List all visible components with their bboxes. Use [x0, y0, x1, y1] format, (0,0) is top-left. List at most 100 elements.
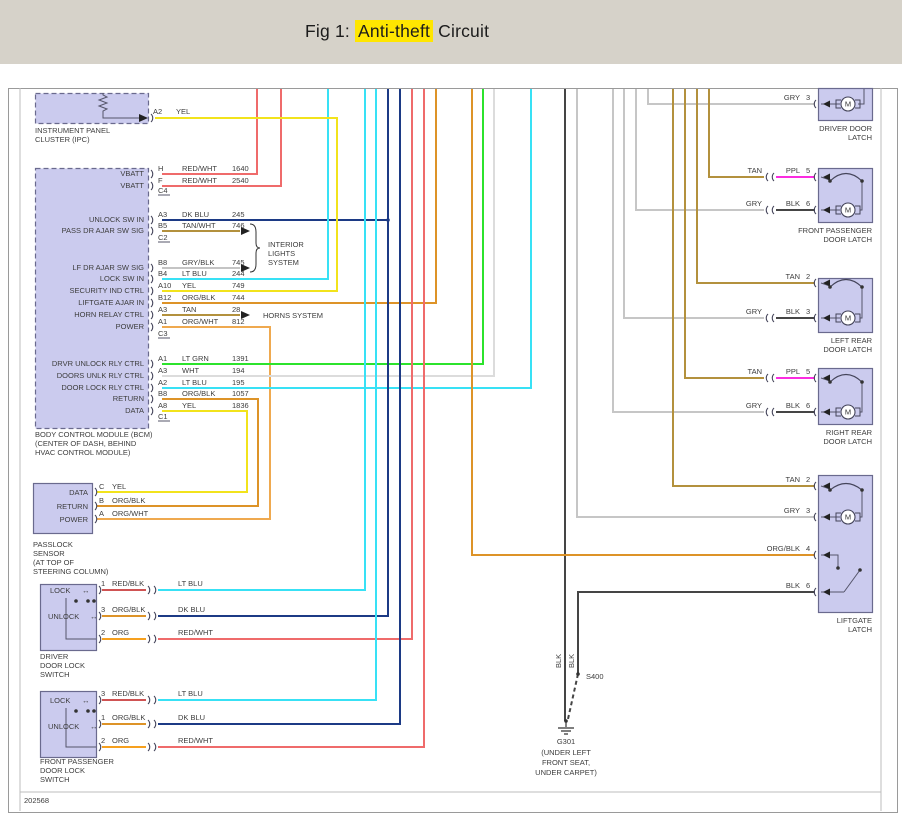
diagram-label: STEERING COLUMN) — [33, 567, 109, 576]
diagram-label: C2 — [158, 233, 168, 242]
diagram-label: 744 — [232, 293, 245, 302]
junction-dot — [86, 709, 90, 713]
junction-dot — [836, 566, 840, 570]
diagram-label: PPL — [786, 166, 800, 175]
diagram-label: 1 — [101, 713, 105, 722]
diagram-label: POWER — [60, 515, 89, 524]
diagram-label: 194 — [232, 366, 245, 375]
diagram-label: DATA — [69, 488, 88, 497]
diagram-label: GRY — [784, 93, 800, 102]
diagram-label: ORG/BLK — [182, 293, 215, 302]
diagram-label: A2 — [158, 378, 167, 387]
junction-dot — [858, 568, 862, 572]
diagram-label: A1 — [158, 317, 167, 326]
diagram-label: 1836 — [232, 401, 249, 410]
diagram-label: 4 — [806, 544, 810, 553]
diagram-label: RETURN — [57, 502, 88, 511]
diagram-label: ORG/WHT — [182, 317, 219, 326]
diagram-label: UNDER CARPET) — [535, 768, 597, 777]
diagram-label: 746 — [232, 221, 245, 230]
diagram-label: BLK — [554, 654, 563, 668]
diagram-label: LIFTGATE AJAR IN — [78, 298, 144, 307]
diagram-label: RED/WHT — [178, 736, 213, 745]
diagram-label: H — [158, 164, 163, 173]
motor-label: M — [845, 314, 851, 323]
diagram-label: 1640 — [232, 164, 249, 173]
diagram-label: YEL — [176, 107, 190, 116]
diagram-label: 1 — [101, 579, 105, 588]
diagram-label: LIGHTS — [268, 249, 295, 258]
diagram-label: WHT — [182, 366, 199, 375]
wiring-diagram: M M M M M 202568 INSTRUMENT PANELCLUSTER (IPC)… — [8, 87, 898, 813]
diagram-label: UNLOCK — [48, 612, 79, 621]
diagram-label: TAN — [748, 166, 762, 175]
diagram-label: DK BLU — [182, 210, 209, 219]
diagram-label: PASS DR AJAR SW SIG — [62, 226, 145, 235]
diagram-label: DRVR UNLOCK RLY CTRL — [52, 359, 144, 368]
diagram-label: LEFT REAR — [831, 336, 873, 345]
diagram-label: 745 — [232, 258, 245, 267]
diagram-label: DOOR LATCH — [823, 437, 872, 446]
diagram-label: B8 — [158, 389, 167, 398]
diagram-label: 2540 — [232, 176, 249, 185]
diagram-label: BLK — [786, 307, 800, 316]
diagram-label: GRY/BLK — [182, 258, 214, 267]
junction-dot — [86, 599, 90, 603]
diagram-label: FRONT PASSENGER — [40, 757, 114, 766]
diagram-label: PASSLOCK — [33, 540, 73, 549]
diagram-label: C — [99, 482, 105, 491]
diagram-label: HORN RELAY CTRL — [74, 310, 144, 319]
diagram-label: GRY — [746, 307, 762, 316]
diagram-label: (UNDER LEFT — [541, 748, 591, 757]
diagram-label: DOOR LOCK RLY CTRL — [61, 383, 144, 392]
diagram-label: RIGHT REAR — [826, 428, 873, 437]
diagram-label: A8 — [158, 401, 167, 410]
diagram-label: 1391 — [232, 354, 249, 363]
diagram-label: 6 — [806, 199, 810, 208]
diagram-label: TAN — [786, 272, 800, 281]
diagram-label: INSTRUMENT PANEL — [35, 126, 110, 135]
diagram-label: RETURN — [113, 394, 144, 403]
diagram-label: TAN — [786, 475, 800, 484]
diagram-label: B12 — [158, 293, 171, 302]
diagram-label: ORG/BLK — [112, 496, 145, 505]
junction-dot — [92, 599, 96, 603]
diagram-label: BLK — [786, 581, 800, 590]
diagram-label: LF DR AJAR SW SIG — [72, 263, 144, 272]
diagram-label: ORG/BLK — [182, 389, 215, 398]
diagram-label: ORG — [112, 736, 129, 745]
diagram-label: FRONT PASSENGER — [798, 226, 872, 235]
diagram-label: 2 — [101, 736, 105, 745]
junction-dot — [92, 709, 96, 713]
diagram-label: RED/WHT — [178, 628, 213, 637]
junction-dot — [860, 179, 864, 183]
diagram-label: C4 — [158, 186, 168, 195]
diagram-label: A10 — [158, 281, 171, 290]
diagram-label: BLK — [786, 401, 800, 410]
diagram-label: 2 — [806, 272, 810, 281]
diagram-label: 195 — [232, 378, 245, 387]
diagram-label: A3 — [158, 366, 167, 375]
diagram-label: DOOR LOCK — [40, 661, 85, 670]
motor-label: M — [845, 206, 851, 215]
diagram-label: HVAC CONTROL MODULE) — [35, 448, 131, 457]
junction-dot — [74, 709, 78, 713]
diagram-label: DOOR LATCH — [823, 235, 872, 244]
junction-dot — [576, 672, 580, 676]
diagram-label: B4 — [158, 269, 167, 278]
diagram-label: LOCK SW IN — [100, 274, 144, 283]
diagram-label: 3 — [806, 307, 810, 316]
diagram-label: LT BLU — [178, 579, 203, 588]
diagram-label: A3 — [158, 210, 167, 219]
diagram-label: DK BLU — [178, 713, 205, 722]
diagram-label: YEL — [182, 281, 196, 290]
diagram-label: RED/BLK — [112, 689, 144, 698]
diagram-label: SWITCH — [40, 670, 70, 679]
diagram-label: 3 — [806, 506, 810, 515]
diagram-label: LT BLU — [182, 269, 207, 278]
diagram-label: FRONT SEAT, — [542, 758, 590, 767]
diagram-label: TAN — [182, 305, 196, 314]
diagram-label: LOCK — [50, 586, 70, 595]
junction-dot — [828, 488, 832, 492]
diagram-label: HORNS SYSTEM — [263, 311, 323, 320]
